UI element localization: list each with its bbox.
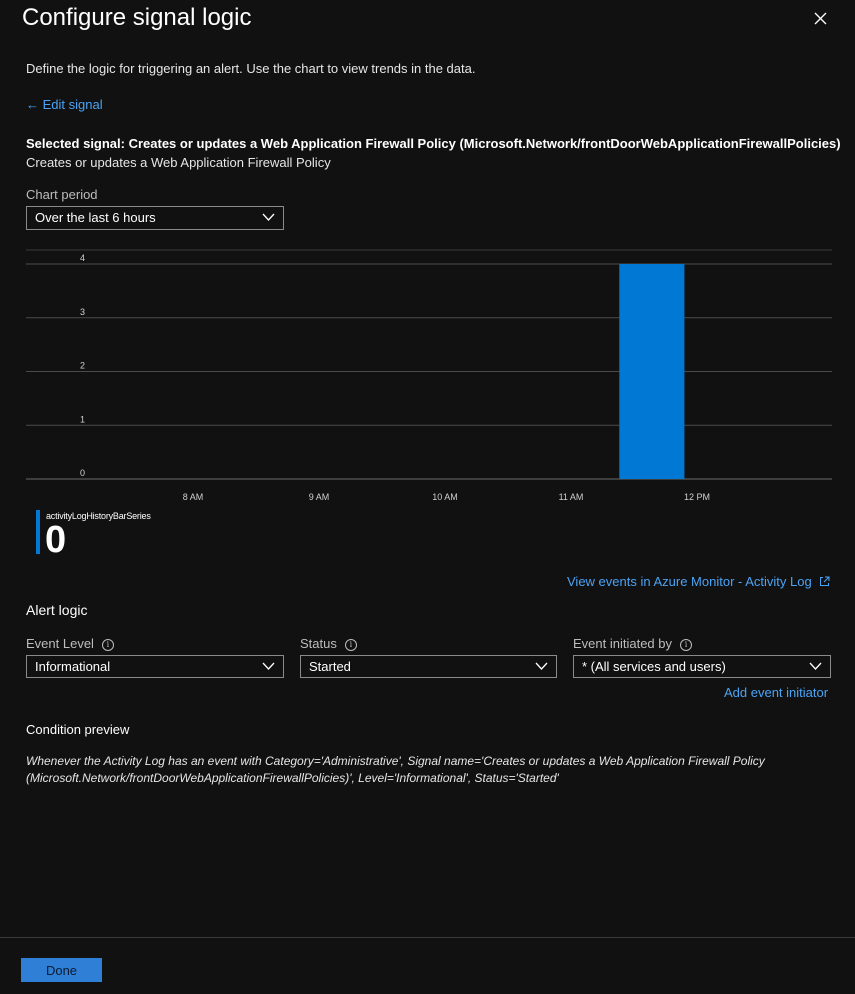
close-icon [814,12,827,25]
condition-preview-text: Whenever the Activity Log has an event w… [26,754,765,785]
view-events-link[interactable]: View events in Azure Monitor - Activity … [567,574,830,589]
x-tick-label: 9 AM [309,492,330,502]
event-initiated-by-label-text: Event initiated by [573,636,673,651]
status-dropdown[interactable]: Started [300,655,557,678]
close-button[interactable] [810,8,830,28]
legend-series-value: 0 [45,519,67,561]
chevron-down-icon [262,662,275,670]
info-icon[interactable]: i [344,639,357,651]
chevron-down-icon [809,662,822,670]
page-title: Configure signal logic [22,4,252,31]
selected-signal-title: Selected signal: Creates or updates a We… [26,136,841,151]
chevron-down-icon [535,662,548,670]
chevron-down-icon [262,213,275,221]
condition-preview-title: Condition preview [26,722,130,737]
y-tick-label: 0 [80,468,85,478]
activity-chart: 0 1 2 3 4 8 AM 9 AM 10 AM 11 AM 12 PM [26,249,832,502]
y-tick-label: 2 [80,361,85,371]
back-arrow-icon: ← [26,97,39,112]
event-level-dropdown[interactable]: Informational [26,655,284,678]
event-initiated-by-dropdown[interactable]: * (All services and users) [573,655,831,678]
edit-signal-link[interactable]: ← Edit signal [26,97,103,112]
y-tick-label: 4 [80,253,85,263]
edit-signal-label: Edit signal [42,97,103,112]
event-initiated-by-label: Event initiated by i [573,636,693,651]
external-link-icon [820,576,830,586]
chart-period-label: Chart period [26,187,98,202]
alert-logic-title: Alert logic [26,602,88,618]
view-events-label: View events in Azure Monitor - Activity … [567,574,812,589]
x-tick-label: 8 AM [183,492,204,502]
x-tick-label: 11 AM [559,492,584,502]
bar [619,264,685,479]
status-value: Started [309,659,351,674]
y-tick-label: 1 [80,414,85,424]
x-tick-label: 12 PM [684,492,710,502]
selected-signal-subtitle: Creates or updates a Web Application Fir… [26,155,331,170]
legend-color-swatch [36,510,40,554]
info-icon[interactable]: i [101,639,114,651]
done-button[interactable]: Done [21,958,102,982]
status-label-text: Status [300,636,337,651]
event-level-label: Event Level i [26,636,114,651]
add-event-initiator-link[interactable]: Add event initiator [724,685,828,700]
footer-divider [0,937,855,938]
x-tick-label: 10 AM [432,492,458,502]
event-initiated-by-value: * (All services and users) [582,659,726,674]
event-level-label-text: Event Level [26,636,94,651]
chart-period-dropdown[interactable]: Over the last 6 hours [26,206,284,230]
info-icon[interactable]: i [680,639,693,651]
status-label: Status i [300,636,357,651]
event-level-value: Informational [35,659,111,674]
chart-period-value: Over the last 6 hours [35,210,156,225]
y-tick-label: 3 [80,307,85,317]
page-description: Define the logic for triggering an alert… [26,61,476,76]
